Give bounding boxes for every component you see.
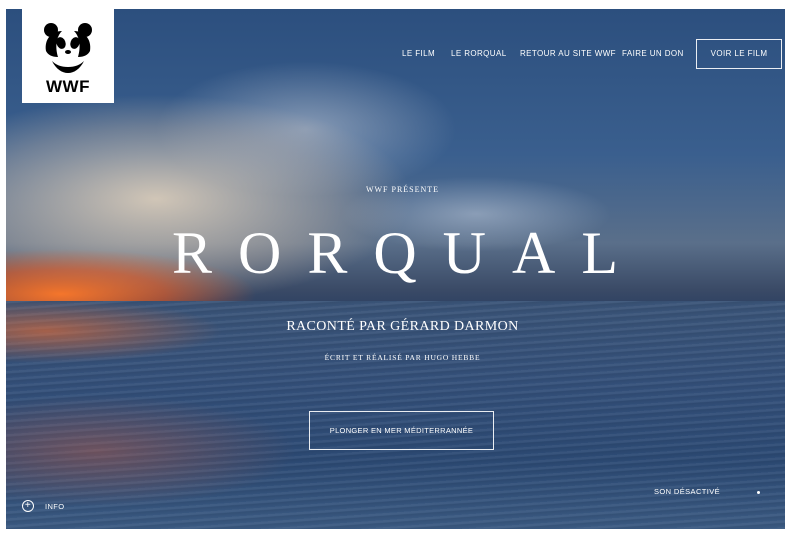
logo-text: WWF [46,77,90,96]
page-title: RORQUAL [171,220,644,286]
watch-film-button[interactable]: VOIR LE FILM [696,39,782,69]
info-label: INFO [45,502,65,511]
narrated-by-text: RACONTÉ PAR GÉRARD DARMON [286,319,519,334]
presents-text: WWF PRÉSENTE [365,185,440,194]
nav-item-le-rorqual[interactable]: LE RORQUAL [451,49,507,58]
nav-item-faire-un-don[interactable]: FAIRE UN DON [622,49,684,58]
sound-toggle[interactable]: SON DÉSACTIVÉ [654,487,720,496]
wwf-logo[interactable]: WWF [22,9,114,103]
sound-indicator-icon [757,491,760,494]
dive-button[interactable]: PLONGER EN MER MÉDITERRANNÉE [309,411,494,450]
nav-item-retour-site-wwf[interactable]: RETOUR AU SITE WWF [520,49,616,58]
plus-circle-icon: + [22,500,34,512]
page: WWF LE FILM LE RORQUAL RETOUR AU SITE WW… [0,0,785,533]
credits-text: ÉCRIT ET RÉALISÉ PAR HUGO HEBBE [324,353,481,362]
nav-item-le-film[interactable]: LE FILM [402,49,435,58]
panda-icon [44,23,92,73]
